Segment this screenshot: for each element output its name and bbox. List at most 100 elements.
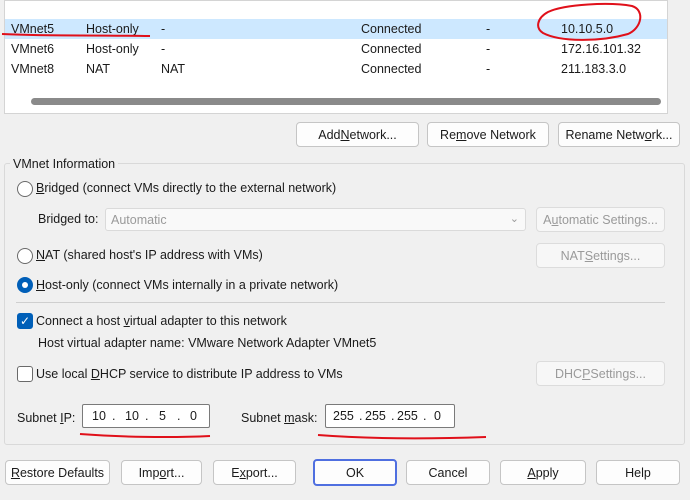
ip-dot: . (423, 409, 427, 423)
cancel-button[interactable]: Cancel (406, 460, 490, 485)
network-type: Host-only (86, 22, 139, 36)
label-text: P: (63, 411, 76, 425)
dhcp-settings-button[interactable]: DHC P Settings... (536, 361, 665, 386)
button-label: rt... (166, 465, 185, 480)
subnet-ip-label: Subnet IP: (17, 411, 75, 425)
ip-octet: 10 (92, 409, 106, 423)
use-dhcp-checkbox[interactable] (17, 366, 33, 382)
button-label: DHC (554, 366, 583, 381)
access-key: o (644, 127, 652, 142)
ip-octet: 0 (190, 409, 197, 423)
label-text: Subnet (17, 411, 61, 425)
label-text: Connect a host (36, 314, 124, 328)
network-type: NAT (86, 62, 111, 76)
use-dhcp-label[interactable]: Use local DHCP service to distribute IP … (36, 367, 343, 381)
ip-octet: 255 (333, 409, 354, 423)
connect-adapter-checkbox[interactable]: ✓ (17, 313, 33, 329)
label-text: AT (shared host's IP address with VMs) (45, 248, 263, 262)
bridged-to-label: Bridged to: (38, 212, 99, 226)
label-text: Subnet (241, 411, 285, 425)
ip-dot: . (177, 409, 181, 423)
button-label: Imp (138, 465, 160, 480)
button-label: port... (245, 465, 278, 480)
host-only-radio[interactable] (17, 277, 33, 293)
bridged-radio[interactable] (17, 181, 33, 197)
host-connection: Connected (361, 42, 422, 56)
table-row[interactable]: VMnet8 NAT NAT Connected - 211.183.3.0 (5, 59, 667, 79)
bridged-to-select[interactable]: Automatic ⌄ (105, 208, 526, 231)
button-label: pply (535, 465, 559, 480)
network-table[interactable]: VMnet5 Host-only - Connected - 10.10.5.0… (4, 0, 668, 114)
button-label: Add (318, 127, 341, 142)
connect-adapter-label[interactable]: Connect a host virtual adapter to this n… (36, 314, 287, 328)
subnet-mask-input[interactable]: 255 . 255 . 255 . 0 (325, 404, 455, 428)
ip-octet: 5 (159, 409, 166, 423)
nat-settings-button[interactable]: NAT Settings... (536, 243, 665, 268)
select-value: Automatic (111, 213, 167, 227)
label-text: ridged (connect VMs directly to the exte… (44, 181, 337, 195)
restore-defaults-button[interactable]: Restore Defaults (5, 460, 110, 485)
external-connection: - (161, 22, 166, 36)
access-key: m (284, 411, 295, 425)
network-type: Host-only (86, 42, 139, 56)
bridged-label[interactable]: Bridged (connect VMs directly to the ext… (36, 181, 336, 195)
button-label: Re (440, 127, 457, 142)
nat-radio[interactable] (17, 248, 33, 264)
label-text: ost-only (connect VMs internally in a pr… (45, 278, 339, 292)
button-label: tomatic Settings... (558, 212, 658, 227)
remove-network-button[interactable]: Re m ove Network (427, 122, 549, 147)
table-row[interactable]: VMnet6 Host-only - Connected - 172.16.10… (5, 39, 667, 59)
access-key: u (551, 212, 559, 227)
button-label: ove Network (466, 127, 536, 142)
access-key: N (340, 127, 350, 142)
automatic-settings-button[interactable]: Au tomatic Settings... (536, 207, 665, 232)
divider (16, 302, 665, 303)
access-key: R (10, 465, 20, 480)
button-label: etwork... (349, 127, 397, 142)
external-connection: - (161, 42, 166, 56)
dhcp-status: - (486, 42, 491, 56)
chevron-down-icon: ⌄ (509, 213, 519, 225)
vmnet-information-group (4, 163, 685, 445)
subnet-address: 172.16.101.32 (561, 42, 641, 56)
button-label: rk... (651, 127, 673, 142)
access-key: o (159, 465, 167, 480)
access-key: H (36, 278, 46, 292)
nat-label[interactable]: NAT (shared host's IP address with VMs) (36, 248, 263, 262)
network-name: VMnet6 (11, 42, 55, 56)
host-connection: Connected (361, 22, 422, 36)
access-key: P (582, 366, 591, 381)
access-key: m (456, 127, 467, 142)
export-button[interactable]: Ex port... (213, 460, 296, 485)
dhcp-status: - (486, 22, 491, 36)
label-text: HCP service to distribute IP address to … (99, 367, 343, 381)
access-key: S (584, 248, 594, 263)
subnet-address: 10.10.5.0 (561, 22, 614, 36)
ip-octet: 255 (397, 409, 418, 423)
add-network-button[interactable]: Add Network... (296, 122, 419, 147)
access-key: A (527, 465, 536, 480)
access-key: D (90, 367, 100, 381)
host-connection: Connected (361, 62, 422, 76)
external-connection: NAT (161, 62, 186, 76)
import-button[interactable]: Imp o rt... (121, 460, 202, 485)
ip-dot: . (391, 409, 395, 423)
apply-button[interactable]: Apply (500, 460, 586, 485)
ok-button[interactable]: OK (313, 459, 397, 486)
ip-octet: 0 (434, 409, 441, 423)
subnet-address: 211.183.3.0 (561, 62, 627, 76)
host-only-label[interactable]: Host-only (connect VMs internally in a p… (36, 278, 338, 292)
table-row[interactable]: VMnet5 Host-only - Connected - 10.10.5.0 (5, 19, 667, 39)
label-text: ask: (294, 411, 318, 425)
button-label: Rename Netw (565, 127, 645, 142)
button-label: A (543, 212, 552, 227)
ip-octet: 255 (365, 409, 386, 423)
help-button[interactable]: Help (596, 460, 680, 485)
horizontal-scrollbar[interactable] (31, 98, 661, 105)
dhcp-status: - (486, 62, 491, 76)
button-label: E (231, 465, 240, 480)
button-label: Settings... (590, 366, 647, 381)
subnet-ip-input[interactable]: 10 . 10 . 5 . 0 (82, 404, 210, 428)
checkmark-icon: ✓ (19, 314, 31, 328)
rename-network-button[interactable]: Rename Netw o rk... (558, 122, 680, 147)
